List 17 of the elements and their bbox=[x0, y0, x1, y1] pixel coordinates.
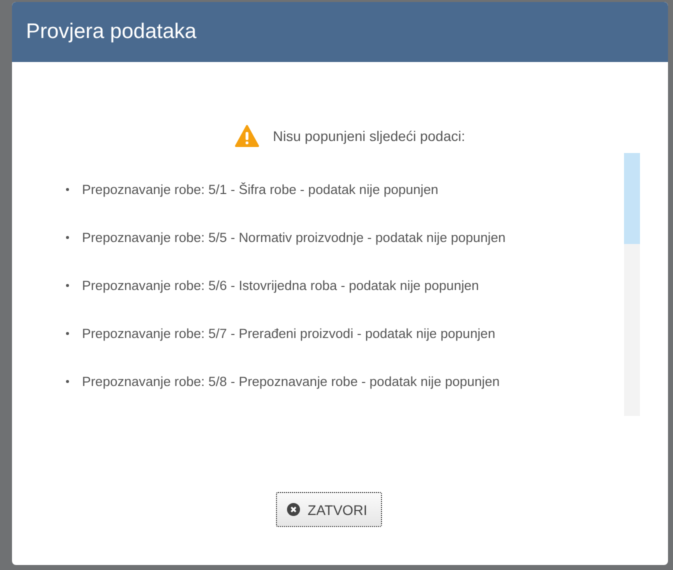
scrollbar-thumb[interactable] bbox=[624, 153, 640, 244]
close-icon bbox=[286, 503, 300, 516]
missing-field-item: Prepoznavanje robe: 5/1 - Šifra robe - podatak nije popunjen bbox=[82, 182, 438, 196]
bullet-icon bbox=[66, 236, 69, 238]
missing-field-item: Prepoznavanje robe: 5/5 - Normativ proizvodnje - podatak nije popunjen bbox=[82, 230, 506, 244]
missing-field-item: Prepoznavanje robe: 5/8 - Prepoznavanje robe - podatak nije popunjen bbox=[82, 374, 500, 388]
warning-icon bbox=[234, 125, 259, 147]
missing-field-item: Prepoznavanje robe: 5/7 - Prerađeni proizvodi - podatak nije popunjen bbox=[82, 326, 496, 340]
bullet-icon bbox=[66, 332, 69, 334]
scrollbar[interactable] bbox=[624, 153, 640, 416]
dialog-title: Provjera podataka bbox=[26, 20, 196, 44]
close-button[interactable]: ZATVORI bbox=[276, 492, 382, 527]
bullet-icon bbox=[66, 380, 69, 382]
bullet-icon bbox=[66, 284, 69, 286]
bullet-icon bbox=[66, 188, 69, 190]
warning-message: Nisu popunjeni sljedeći podaci: bbox=[272, 128, 466, 144]
missing-field-item: Prepoznavanje robe: 5/6 - Istovrijedna roba - podatak nije popunjen bbox=[82, 278, 479, 292]
